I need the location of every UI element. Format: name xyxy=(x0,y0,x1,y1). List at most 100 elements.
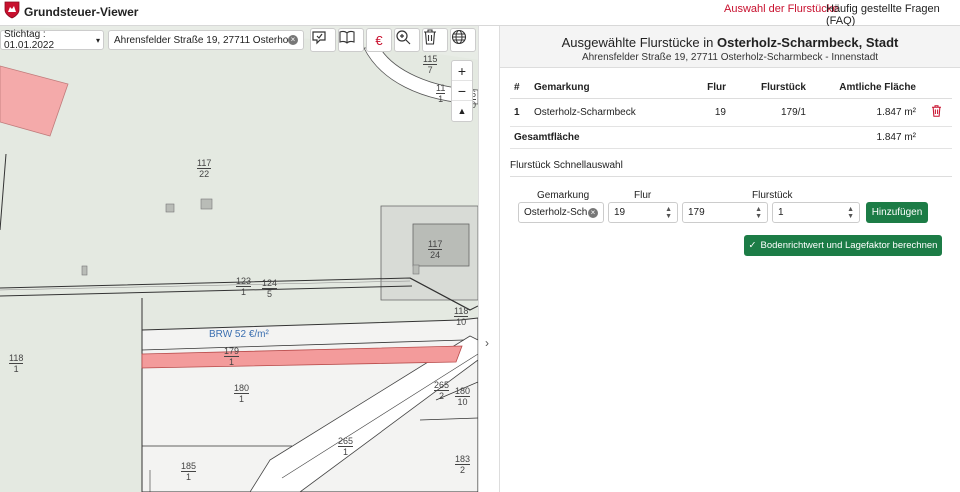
parcel-denominator: 10 xyxy=(457,397,468,407)
row-flurstueck: 179/1 xyxy=(730,98,810,127)
globe-icon xyxy=(451,29,467,45)
selection-panel: Ausgewählte Flurstücke in Osterholz-Scha… xyxy=(500,26,960,492)
parcel-denominator: 2 xyxy=(439,391,445,401)
panel-subtitle: Ahrensfelder Straße 19, 27711 Osterholz-… xyxy=(581,52,879,63)
clear-gemarkung-icon[interactable]: × xyxy=(588,207,598,218)
calculate-button[interactable]: ✓ Bodenrichtwert und Lagefaktor berechne… xyxy=(744,235,942,256)
col-gemarkung: Gemarkung xyxy=(530,78,680,99)
divider xyxy=(510,176,952,177)
trash-icon xyxy=(424,29,436,45)
row-flur: 19 xyxy=(680,98,730,127)
parcel-denominator: 7 xyxy=(427,65,433,75)
parcel-label: 124 5 xyxy=(262,278,278,299)
parcel-number: 117 xyxy=(428,239,443,250)
nav-flurstuecke-link[interactable]: Auswahl der Flurstücke xyxy=(724,3,838,15)
parcel-label: 115 7 xyxy=(423,54,438,75)
parcel-number: 180 xyxy=(455,386,471,397)
parcel-label: 183 2 xyxy=(455,454,471,475)
comment-marker-icon xyxy=(312,31,326,45)
brand[interactable]: Grundsteuer-Viewer xyxy=(4,1,138,22)
parcel-label: 179 1 xyxy=(224,346,240,367)
parcel-number: 265 xyxy=(434,380,450,391)
rotate-north-button[interactable]: ▲ xyxy=(452,101,472,121)
coat-of-arms-icon xyxy=(4,1,20,22)
parcel-denominator: 10 xyxy=(456,317,467,327)
parcel-label: 180 10 xyxy=(455,386,471,407)
parcel-denominator: 1 xyxy=(229,357,235,367)
globe-button[interactable] xyxy=(450,28,476,52)
quick-nenner-input[interactable]: 1 ▲ ▼ xyxy=(772,202,860,223)
parcel-number: 124 xyxy=(262,278,278,289)
quick-select-title: Flurstück Schnellauswahl xyxy=(510,160,623,171)
col-flaeche: Amtliche Fläche xyxy=(810,78,920,99)
parcel-label: 118 10 xyxy=(454,306,469,327)
parcel-denominator: 5 xyxy=(267,289,273,299)
stepper-icon[interactable]: ▲ ▼ xyxy=(755,206,762,220)
parcel-denominator: 1 xyxy=(343,447,349,457)
stepper-icon[interactable]: ▲ ▼ xyxy=(665,206,672,220)
map-toolbar: Stichtag : 01.01.2022 ▾ Ahrensfelder Str… xyxy=(0,28,478,52)
parcel-denominator: 22 xyxy=(199,169,210,179)
quick-nenner-value: 1 xyxy=(778,207,784,218)
brw-label: BRW 52 €/m² xyxy=(209,329,269,340)
parcel-table: # Gemarkung Flur Flurstück Amtliche Fläc… xyxy=(510,78,952,149)
address-value: Ahrensfelder Straße 19, 27711 Osterholz-… xyxy=(114,34,288,46)
zoom-controls: + − ▲ xyxy=(451,60,473,122)
book-button[interactable] xyxy=(338,28,364,52)
delete-button[interactable] xyxy=(422,28,448,52)
top-navbar: Grundsteuer-Viewer Auswahl der Flurstück… xyxy=(0,0,960,27)
parcel-number: 118 xyxy=(454,306,469,317)
parcel-denominator: 1 xyxy=(239,394,245,404)
calculate-button-label: Bodenrichtwert und Lagefaktor berechnen xyxy=(760,240,938,251)
quick-gemarkung-select[interactable]: Osterholz-Sch × xyxy=(518,202,604,223)
nav-faq-link[interactable]: Häufig gestellte Fragen (FAQ) xyxy=(826,3,960,27)
parcel-denominator: 1 xyxy=(186,472,192,482)
add-parcel-button[interactable]: Hinzufügen xyxy=(866,202,928,223)
parcel-label: 180 1 xyxy=(234,383,250,404)
map-view[interactable]: 1157117221111610117241231124511810118117… xyxy=(0,26,478,492)
comment-marker-button[interactable] xyxy=(310,28,336,52)
trash-icon xyxy=(931,104,941,117)
remove-row-button[interactable] xyxy=(920,98,952,127)
euro-button[interactable]: € xyxy=(366,28,392,52)
quick-flur-input[interactable]: 19 ▲ ▼ xyxy=(608,202,678,223)
quick-flur-value: 19 xyxy=(614,207,626,218)
parcel-denominator: 1 xyxy=(13,364,19,374)
parcel-number: 265 xyxy=(338,436,354,447)
stichtag-value: Stichtag : 01.01.2022 xyxy=(4,29,55,51)
parcel-number: 115 xyxy=(423,54,438,65)
total-row: Gesamtfläche 1.847 m² xyxy=(510,126,952,149)
parcel-map[interactable] xyxy=(0,26,478,492)
chevron-right-icon[interactable]: › xyxy=(485,336,489,350)
panel-title: Ausgewählte Flurstücke in Osterholz-Scha… xyxy=(500,35,960,50)
parcel-label: 117 22 xyxy=(197,158,212,179)
parcel-number: 179 xyxy=(224,346,240,357)
parcel-label: 11 1 xyxy=(436,83,446,104)
total-value: 1.847 m² xyxy=(810,126,920,149)
parcel-label: 265 2 xyxy=(434,380,450,401)
zoom-search-button[interactable] xyxy=(394,28,420,52)
address-search-input[interactable]: Ahrensfelder Straße 19, 27711 Osterholz-… xyxy=(108,30,304,50)
parcel-label: 185 1 xyxy=(181,461,197,482)
app-title: Grundsteuer-Viewer xyxy=(24,4,139,19)
parcel-number: 123 xyxy=(236,276,252,287)
zoom-in-button[interactable]: + xyxy=(452,61,472,81)
parcel-number: 183 xyxy=(455,454,471,465)
parcel-label: 118 1 xyxy=(9,353,24,374)
check-icon: ✓ xyxy=(748,240,757,251)
row-flaeche: 1.847 m² xyxy=(810,98,920,127)
col-index: # xyxy=(510,78,530,99)
stichtag-select[interactable]: Stichtag : 01.01.2022 ▾ xyxy=(0,29,104,51)
stepper-icon[interactable]: ▲ ▼ xyxy=(847,206,854,220)
euro-icon: € xyxy=(375,32,383,48)
quick-flur-label: Flur xyxy=(634,190,652,201)
zoom-out-button[interactable]: − xyxy=(452,81,472,101)
row-gemarkung: Osterholz-Scharmbeck xyxy=(530,98,680,127)
parcel-number: 11 xyxy=(436,83,446,94)
quick-flurstueck-label: Flurstück xyxy=(752,190,793,201)
parcel-number: 185 xyxy=(181,461,197,472)
quick-flurstueck-input[interactable]: 179 ▲ ▼ xyxy=(682,202,768,223)
parcel-denominator: 2 xyxy=(460,465,466,475)
clear-address-icon[interactable]: × xyxy=(288,35,298,45)
col-flurstueck: Flurstück xyxy=(730,78,810,99)
